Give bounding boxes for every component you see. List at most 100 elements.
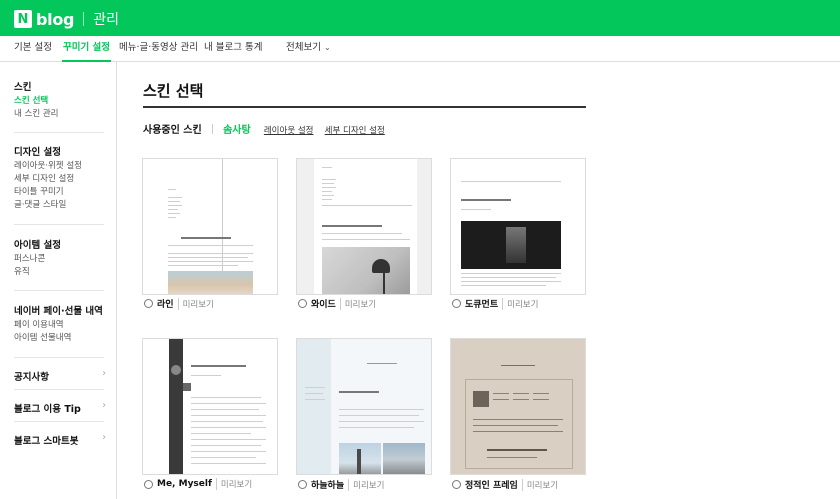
skin-thumbnail-static-frame[interactable] [450,338,586,475]
naver-n-icon: N [14,10,32,28]
tab-view-all[interactable]: 전체보기 ⌄ [286,36,331,62]
thumb-line [191,375,221,376]
skin-thumbnail-me-myself[interactable] [142,338,278,475]
skin-thumbnail-wide[interactable] [296,158,432,295]
sidebar-link-tips[interactable]: 블로그 이용 Tip › [14,400,106,415]
thumb-line [461,281,561,282]
thumb-line [305,393,323,394]
thumb-line [168,197,182,198]
sidebar-divider [14,290,104,291]
sidebar-link-notice-label: 공지사항 [14,372,49,383]
thumb-line [322,205,412,206]
thumb-line [461,209,491,210]
skin-name: 하늘하늘 [311,481,345,491]
sidebar-item-post-comment-style[interactable]: 글·댓글 스타일 [14,200,104,210]
admin-section-title: 관리 [93,12,119,28]
thumb-line [168,209,178,210]
chevron-right-icon: › [102,368,106,379]
sidebar-divider [14,357,104,358]
sidebar-item-detail-design[interactable]: 세부 디자인 설정 [14,174,104,184]
skin-option-static-frame[interactable]: 정적인 프레임 미리보기 [452,478,558,491]
preview-link[interactable]: 미리보기 [339,297,376,310]
sidebar-item-title-decor[interactable]: 타이틀 꾸미기 [14,187,104,197]
skin-option-document[interactable]: 도큐먼트 미리보기 [452,297,538,310]
sidebar-item-gift-history[interactable]: 아이템 선물내역 [14,333,104,343]
preview-link[interactable]: 미리보기 [502,297,538,310]
tab-basic-settings[interactable]: 기본 설정 [14,36,52,62]
radio-button[interactable] [298,299,307,308]
preview-link[interactable]: 미리보기 [177,297,214,310]
skin-option-wide[interactable]: 와이드 미리보기 [298,297,376,310]
thumb-line [191,409,259,410]
thumb-line [168,201,180,202]
tab-menu-post-video[interactable]: 메뉴·글·동영상 관리 [119,36,198,62]
current-skin-row: 사용중인 스킨 솜사탕 레이아웃 설정 세부 디자인 설정 [143,121,385,136]
sidebar-divider [14,421,104,422]
sidebar-item-music[interactable]: 유직 [14,267,104,277]
sidebar-title-items: 아이템 설정 [14,240,62,251]
thumb-heading [322,225,382,227]
thumb-line [533,399,549,400]
sidebar-item-pay-history[interactable]: 페이 이용내역 [14,320,104,330]
title-divider [143,106,586,108]
sidebar-link-smartbot-label: 블로그 스마트봇 [14,436,79,447]
current-skin-label: 사용중인 스킨 [143,125,202,136]
radio-button[interactable] [144,299,153,308]
tab-decoration-settings[interactable]: 꾸미기 설정 [62,36,112,62]
thumb-line [461,277,556,278]
current-skin-name: 솜사탕 [223,125,251,136]
detail-design-link[interactable]: 세부 디자인 설정 [325,126,385,136]
thumb-line [191,403,266,404]
thumb-tower [357,449,361,474]
thumb-line [168,217,176,218]
thumb-dark-sidebar [169,339,183,474]
thumb-line [305,387,325,388]
sidebar-group-design: 디자인 설정 레이아웃·위젯 설정 세부 디자인 설정 타이틀 꾸미기 글·댓글… [14,144,104,210]
thumb-line [473,425,558,426]
thumb-photo [183,383,191,391]
thumb-line [473,419,563,420]
layout-settings-link[interactable]: 레이아웃 설정 [264,126,314,136]
settings-tab-bar: 기본 설정 꾸미기 설정 메뉴·글·동영상 관리 내 블로그 통계 전체보기 ⌄ [0,36,840,62]
skin-name: 도큐먼트 [465,300,499,310]
thumb-line [191,427,266,428]
thumb-heading [339,391,379,393]
skin-thumbnail-line[interactable] [142,158,278,295]
skin-thumbnail-haneul[interactable] [296,338,432,475]
radio-button[interactable] [144,479,153,489]
thumb-lamp-photo [322,247,410,294]
naver-blog-logo[interactable]: N blog 관리 [14,9,119,29]
radio-button[interactable] [298,480,307,489]
divider [211,124,213,134]
thumb-line [367,363,397,364]
tab-blog-stats[interactable]: 내 블로그 통계 [204,36,262,62]
sidebar-item-skin-select[interactable]: 스킨 선택 [14,96,104,106]
chevron-right-icon: › [102,432,106,443]
sidebar-item-my-skins[interactable]: 내 스킨 관리 [14,109,104,119]
thumb-beach-photo [168,271,253,294]
sidebar-link-notice[interactable]: 공지사항 › [14,368,106,383]
thumb-line [322,167,332,168]
sidebar-link-tips-label: 블로그 이용 Tip [14,404,81,415]
thumb-line [339,421,424,422]
page-title: 스킨 선택 [143,82,204,100]
skin-option-haneul[interactable]: 하늘하늘 미리보기 [298,478,384,491]
preview-link[interactable]: 미리보기 [348,478,384,491]
thumb-avatar [171,365,181,375]
skin-thumbnail-document[interactable] [450,158,586,295]
thumb-line [168,253,253,254]
skin-option-line[interactable]: 라인 미리보기 [144,297,214,310]
preview-link[interactable]: 미리보기 [215,478,252,490]
radio-button[interactable] [452,480,461,489]
sidebar-item-personacon[interactable]: 퍼스나콘 [14,254,104,264]
blog-logo-text: blog [36,9,75,29]
radio-button[interactable] [452,299,461,308]
thumb-line [322,179,336,180]
sidebar-item-layout-widget[interactable]: 레이아웃·위젯 설정 [14,161,104,171]
thumb-lamp-shape [372,259,390,273]
preview-link[interactable]: 미리보기 [521,478,558,491]
thumb-light-beam [506,227,526,263]
sidebar-divider [14,224,104,225]
skin-option-me-myself[interactable]: Me, Myself 미리보기 [144,478,252,490]
sidebar-link-smartbot[interactable]: 블로그 스마트봇 › [14,432,106,447]
